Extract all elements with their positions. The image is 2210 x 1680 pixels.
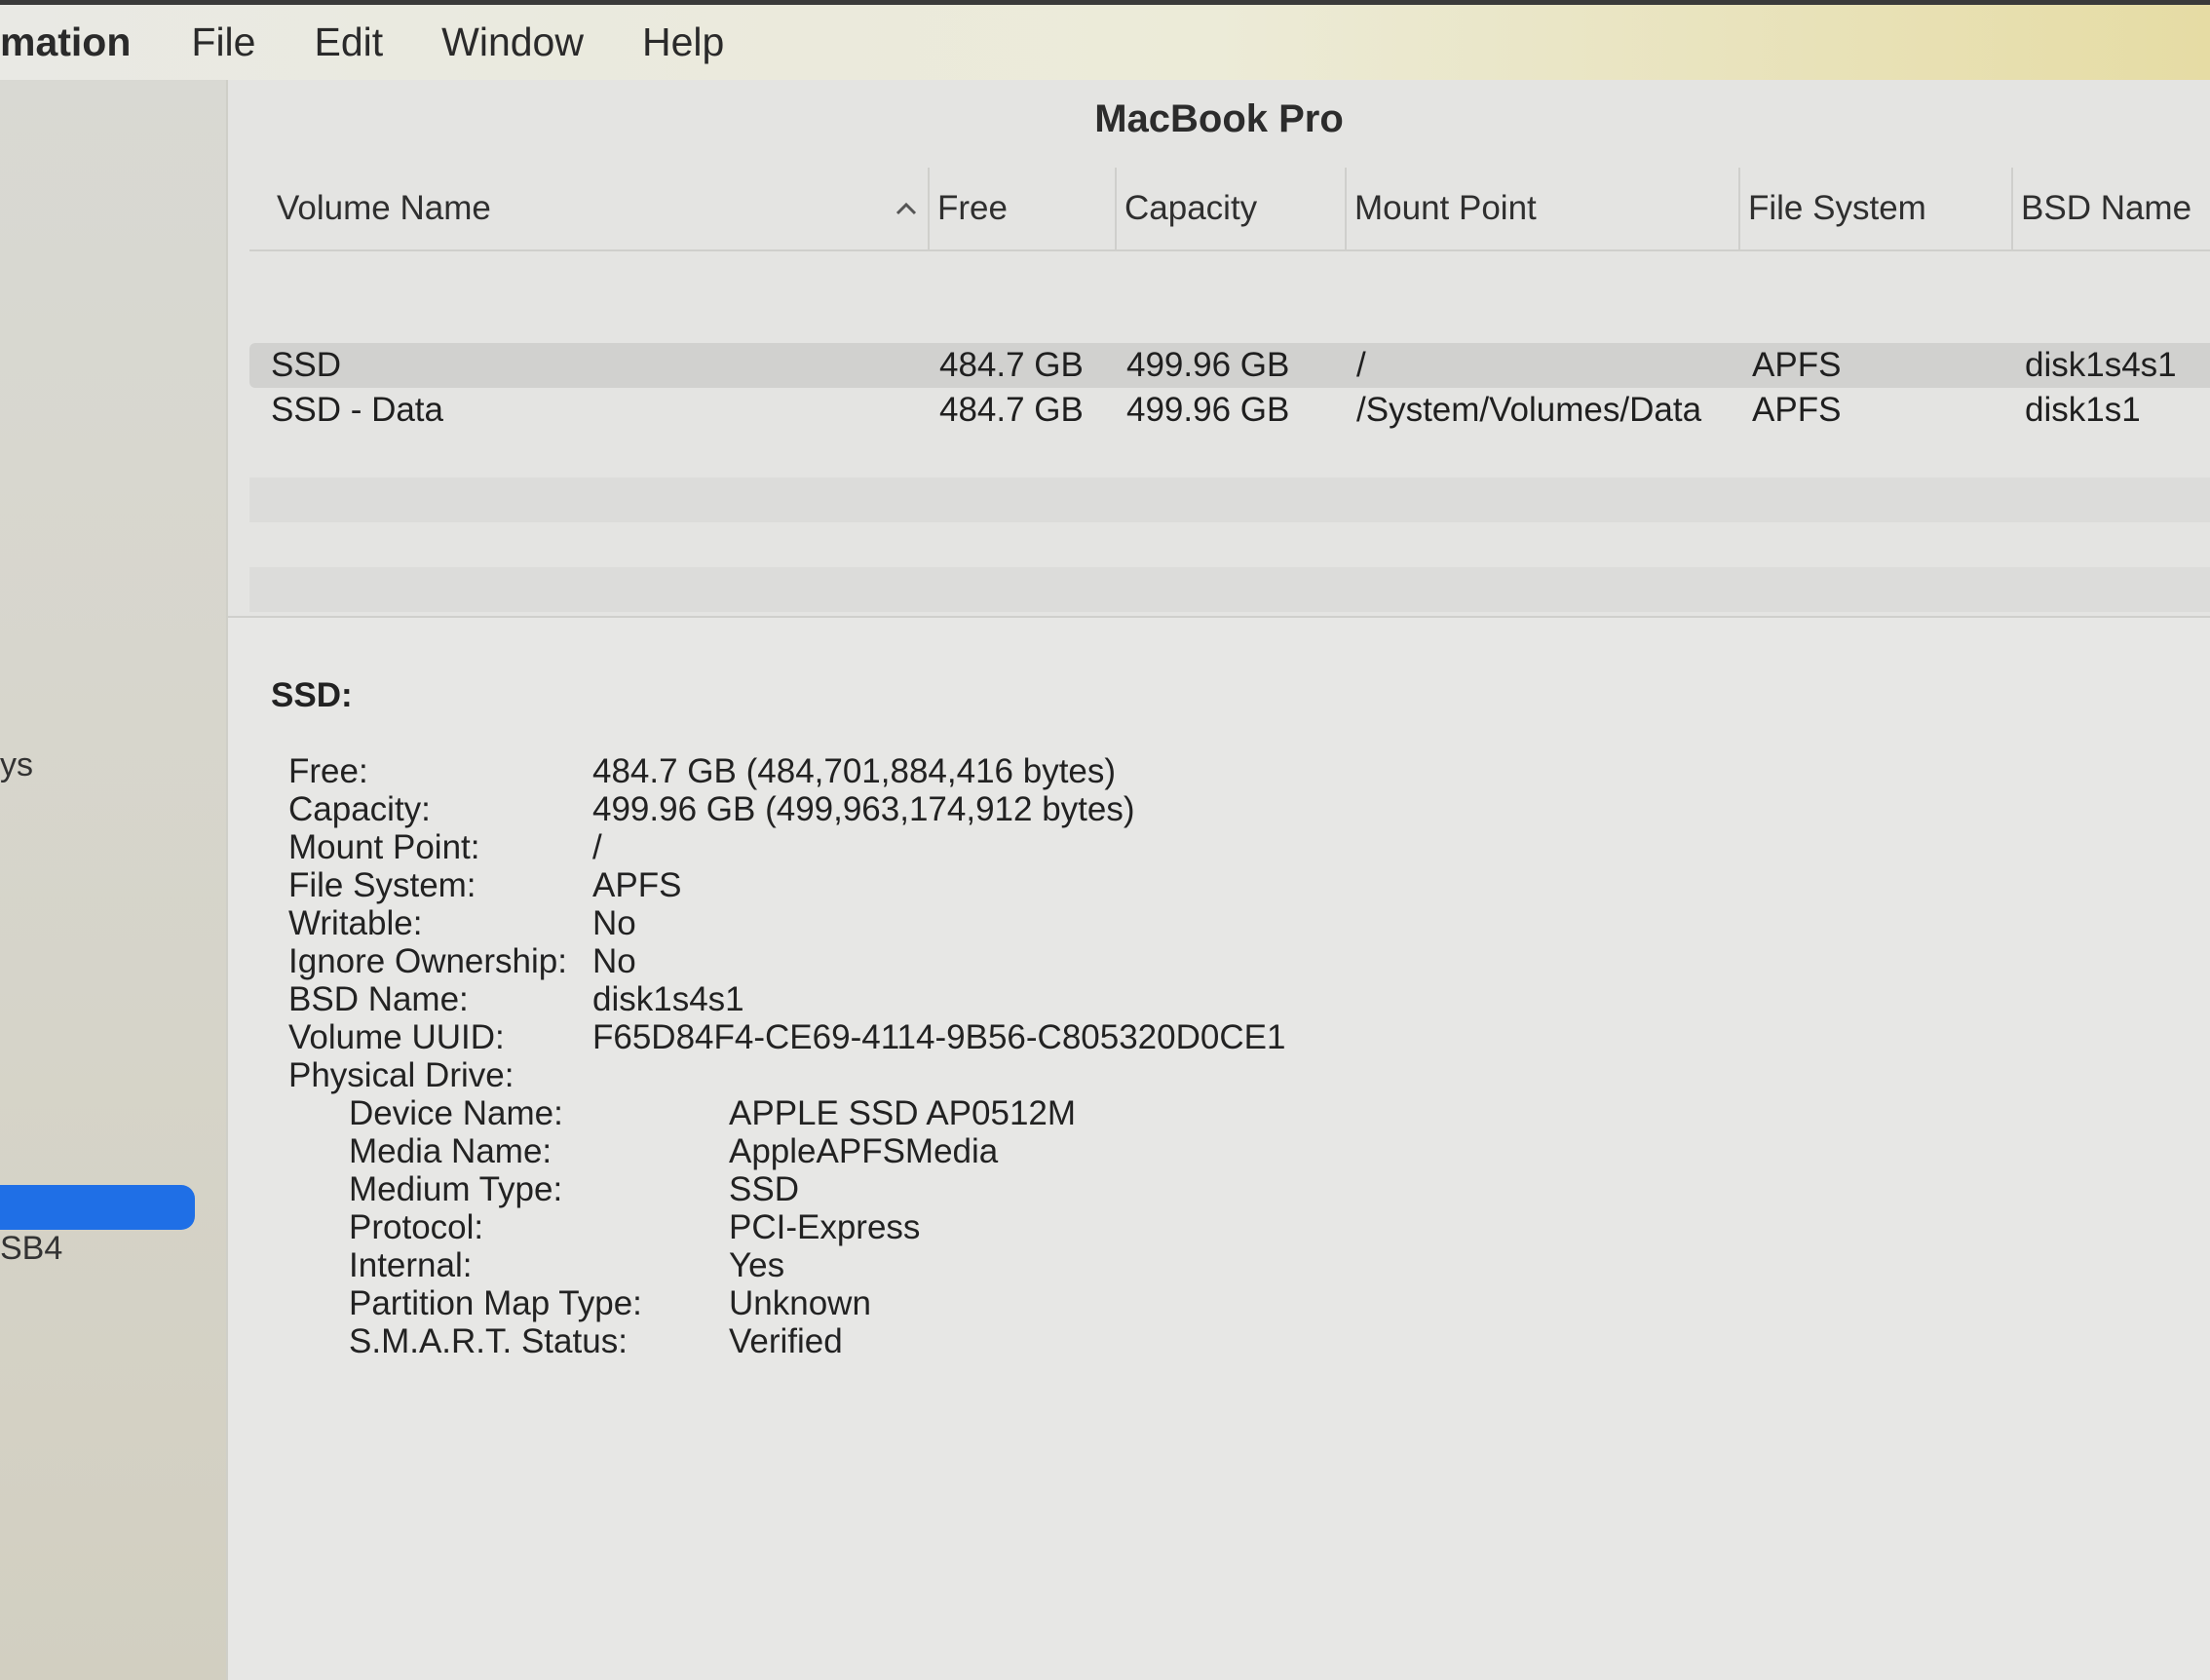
table-header: Volume Name Free Capacity Mount Point Fi… xyxy=(249,168,2210,251)
cell-free: 484.7 GB xyxy=(939,391,1084,429)
drive-value: APPLE SSD AP0512M xyxy=(729,1094,1077,1132)
detail-value: No xyxy=(592,942,636,980)
menu-bar: mation File Edit Window Help xyxy=(0,0,2210,80)
empty-row xyxy=(249,567,2210,612)
sidebar-item-partial[interactable]: SB4 xyxy=(0,1230,62,1268)
drive-label: Medium Type: xyxy=(349,1170,563,1208)
main-panel: MacBook Pro Volume Name Free Capacity Mo… xyxy=(228,80,2210,1680)
detail-label: Ignore Ownership: xyxy=(288,942,567,980)
drive-label: Protocol: xyxy=(349,1208,484,1246)
detail-value: F65D84F4-CE69-4114-9B56-C805320D0CE1 xyxy=(592,1018,1286,1056)
detail-value: 499.96 GB (499,963,174,912 bytes) xyxy=(592,790,1135,828)
drive-value: SSD xyxy=(729,1170,799,1208)
cell-file-system: APFS xyxy=(1752,346,1842,384)
column-free[interactable]: Free xyxy=(928,168,1008,249)
detail-label: BSD Name: xyxy=(288,980,469,1018)
sidebar-item-partial[interactable]: ys xyxy=(0,746,33,784)
detail-pane: SSD: Free: 484.7 GB (484,701,884,416 byt… xyxy=(228,618,2210,1680)
table-row[interactable]: SSD - Data 484.7 GB 499.96 GB /System/Vo… xyxy=(249,388,2210,433)
sidebar-selected-item[interactable] xyxy=(0,1185,195,1230)
drive-value: Unknown xyxy=(729,1284,871,1322)
cell-bsd-name: disk1s1 xyxy=(2025,391,2141,429)
sidebar: ys SB4 xyxy=(0,80,229,1680)
detail-label: Writable: xyxy=(288,904,423,942)
cell-volume-name: SSD - Data xyxy=(271,391,443,429)
window-title: MacBook Pro xyxy=(1094,97,1344,140)
detail-label: Mount Point: xyxy=(288,828,480,866)
detail-label: Volume UUID: xyxy=(288,1018,505,1056)
menu-help[interactable]: Help xyxy=(642,19,724,65)
cell-volume-name: SSD xyxy=(271,346,341,384)
column-file-system[interactable]: File System xyxy=(1738,168,1926,249)
column-bsd-name[interactable]: BSD Name xyxy=(2011,168,2191,249)
menu-app-name[interactable]: mation xyxy=(0,19,131,65)
drive-value: Yes xyxy=(729,1246,785,1284)
drive-value: Verified xyxy=(729,1322,843,1360)
cell-mount-point: / xyxy=(1356,346,1366,384)
drive-label: Partition Map Type: xyxy=(349,1284,642,1322)
menu-file[interactable]: File xyxy=(191,19,255,65)
cell-mount-point: /System/Volumes/Data xyxy=(1356,391,1702,429)
column-volume-name[interactable]: Volume Name xyxy=(277,168,491,249)
detail-label: Capacity: xyxy=(288,790,431,828)
detail-title: SSD: xyxy=(271,676,353,714)
detail-label: File System: xyxy=(288,866,476,904)
cell-file-system: APFS xyxy=(1752,391,1842,429)
detail-label: Free: xyxy=(288,752,368,790)
cell-bsd-name: disk1s4s1 xyxy=(2025,346,2177,384)
column-mount-point[interactable]: Mount Point xyxy=(1345,168,1537,249)
table-row[interactable]: SSD 484.7 GB 499.96 GB / APFS disk1s4s1 xyxy=(249,343,2210,388)
drive-label: Internal: xyxy=(349,1246,473,1284)
cell-capacity: 499.96 GB xyxy=(1126,346,1290,384)
column-capacity[interactable]: Capacity xyxy=(1115,168,1257,249)
detail-value: No xyxy=(592,904,636,942)
drive-label: Media Name: xyxy=(349,1132,552,1170)
chevron-up-icon[interactable] xyxy=(893,195,920,222)
cell-free: 484.7 GB xyxy=(939,346,1084,384)
physical-drive-label: Physical Drive: xyxy=(288,1056,514,1094)
drive-label: Device Name: xyxy=(349,1094,563,1132)
detail-value: APFS xyxy=(592,866,682,904)
drive-value: AppleAPFSMedia xyxy=(729,1132,999,1170)
empty-row xyxy=(249,477,2210,522)
detail-value: 484.7 GB (484,701,884,416 bytes) xyxy=(592,752,1117,790)
detail-value: / xyxy=(592,828,602,866)
detail-value: disk1s4s1 xyxy=(592,980,744,1018)
menu-edit[interactable]: Edit xyxy=(314,19,383,65)
cell-capacity: 499.96 GB xyxy=(1126,391,1290,429)
drive-label: S.M.A.R.T. Status: xyxy=(349,1322,628,1360)
menu-window[interactable]: Window xyxy=(441,19,584,65)
drive-value: PCI-Express xyxy=(729,1208,921,1246)
